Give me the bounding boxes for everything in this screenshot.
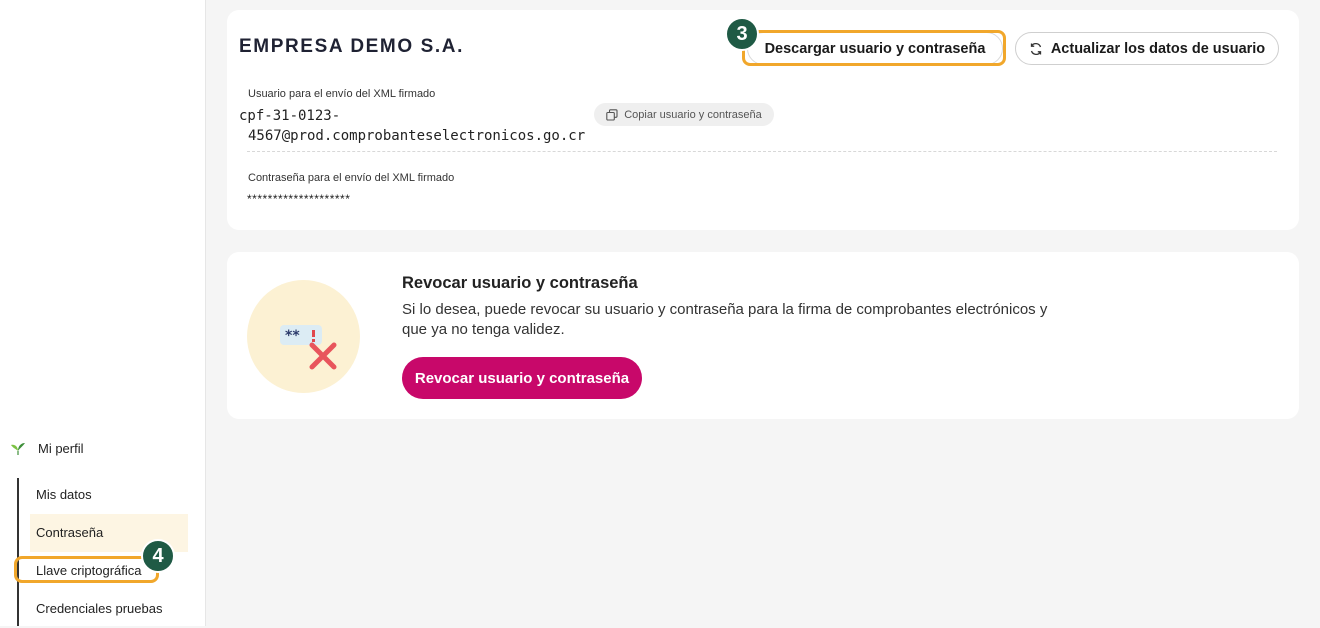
refresh-user-data-button[interactable]: Actualizar los datos de usuario	[1015, 32, 1279, 65]
refresh-button-label: Actualizar los datos de usuario	[1050, 40, 1266, 57]
revoke-title: Revocar usuario y contraseña	[402, 274, 638, 292]
user-value-line1: cpf-31-0123-	[239, 108, 341, 124]
sidebar: Mi perfil Mis datos Contraseña Llave cri…	[0, 0, 206, 626]
svg-text:**: **	[285, 328, 300, 344]
step-badge-3: 3	[725, 17, 759, 51]
step-badge-4: 4	[141, 539, 175, 573]
revoke-button[interactable]: Revocar usuario y contraseña	[402, 357, 642, 399]
highlight-download-button	[742, 30, 1006, 66]
divider	[247, 151, 1277, 152]
copy-icon	[606, 108, 618, 121]
user-field-label: Usuario para el envío del XML firmado	[248, 88, 436, 100]
revoke-description: Si lo desea, puede revocar su usuario y …	[402, 301, 1048, 338]
password-value: ********************	[247, 192, 351, 206]
revoke-card: ** Revocar usuario y contraseña Si lo de…	[227, 252, 1299, 419]
copy-credentials-button[interactable]: Copiar usuario y contraseña	[594, 103, 774, 126]
company-name: EMPRESA DEMO S.A.	[239, 36, 464, 57]
highlight-llave-criptografica	[14, 556, 159, 583]
nav-tree-line	[17, 478, 19, 626]
sidebar-item-label: Mi perfil	[38, 441, 84, 456]
sidebar-item-mis-datos[interactable]: Mis datos	[30, 476, 188, 514]
revoke-key-icon: **	[280, 325, 337, 370]
user-value: cpf-31-0123- 4567@prod.comprobanteselect…	[239, 106, 586, 146]
leaf-icon	[11, 442, 25, 455]
revoke-illustration: **	[247, 280, 360, 393]
sidebar-item-mi-perfil[interactable]: Mi perfil	[10, 441, 84, 456]
sidebar-item-credenciales-pruebas[interactable]: Credenciales pruebas	[30, 590, 188, 628]
user-value-line2: 4567@prod.comprobanteselectronicos.go.cr	[248, 128, 586, 144]
refresh-icon	[1030, 42, 1041, 55]
copy-button-label: Copiar usuario y contraseña	[624, 108, 762, 121]
password-field-label: Contraseña para el envío del XML firmado	[248, 172, 455, 184]
